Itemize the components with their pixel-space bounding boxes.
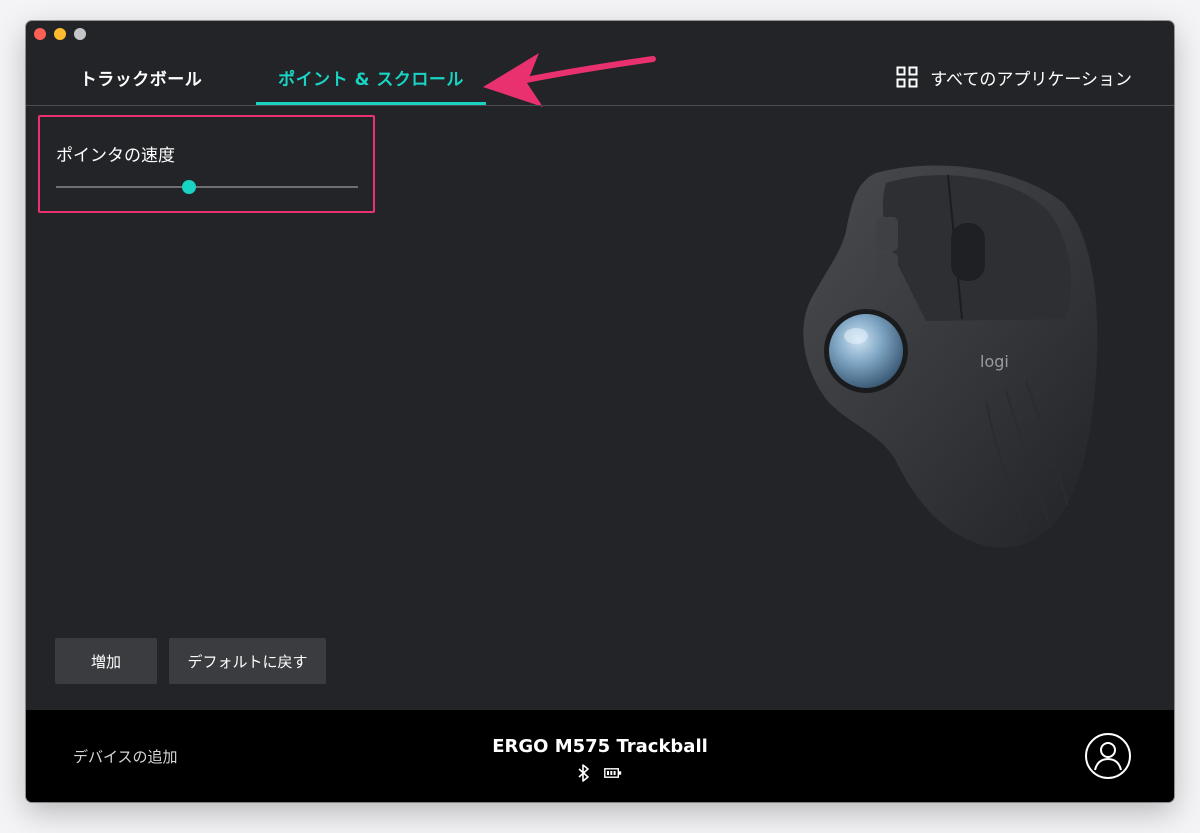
window-controls [34, 28, 86, 40]
footer-bar: デバイスの追加 ERGO M575 Trackball [26, 710, 1174, 802]
pointer-speed-slider[interactable] [56, 177, 358, 197]
zoom-window-button[interactable] [74, 28, 86, 40]
tab-trackball-label: トラックボール [79, 70, 203, 90]
reset-to-default-button[interactable]: デフォルトに戻す [169, 638, 326, 684]
battery-icon [604, 768, 622, 778]
all-applications-label: すべてのアプリケーション [930, 69, 1132, 90]
annotation-arrow-icon [483, 53, 656, 107]
logi-logo-text: logi [980, 352, 1009, 371]
all-applications-button[interactable]: すべてのアプリケーション [896, 65, 1132, 90]
tab-point-scroll-label: ポイント & スクロール [278, 70, 464, 90]
account-icon[interactable] [1084, 732, 1132, 780]
minimize-window-button[interactable] [54, 28, 66, 40]
close-window-button[interactable] [34, 28, 46, 40]
slider-thumb[interactable] [181, 180, 196, 194]
slider-track [56, 186, 358, 188]
trackball-mouse-image: logi [803, 165, 1098, 548]
pointer-speed-label: ポインタの速度 [56, 146, 175, 166]
increase-button[interactable]: 増加 [55, 638, 157, 684]
device-status [26, 764, 1174, 782]
grid-icon [896, 66, 918, 88]
tab-point-scroll[interactable]: ポイント & スクロール [256, 65, 486, 105]
device-name[interactable]: ERGO M575 Trackball [26, 736, 1174, 757]
bluetooth-icon [578, 764, 589, 782]
tab-trackball[interactable]: トラックボール [56, 65, 226, 105]
app-window: トラックボール ポイント & スクロール すべてのアプリケーション ポインタの速… [26, 21, 1174, 802]
header-divider [26, 105, 1174, 106]
